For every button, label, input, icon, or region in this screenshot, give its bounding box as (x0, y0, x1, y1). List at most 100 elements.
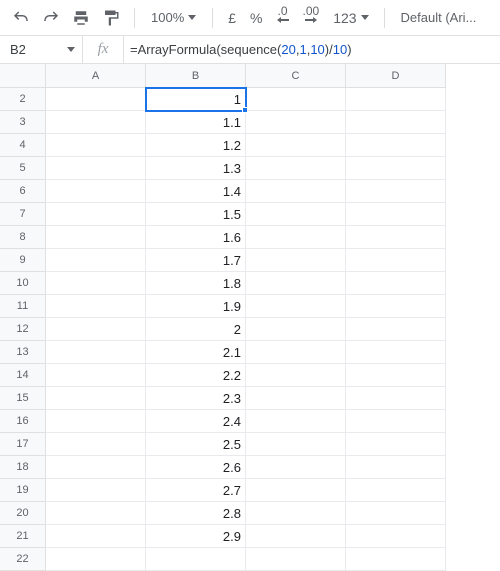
cell-A22[interactable] (46, 548, 146, 571)
cell-C13[interactable] (246, 341, 346, 364)
cell-B19[interactable]: 2.7 (146, 479, 246, 502)
cell-B12[interactable]: 2 (146, 318, 246, 341)
cell-C7[interactable] (246, 203, 346, 226)
row-header[interactable]: 18 (0, 456, 46, 479)
row-header[interactable]: 4 (0, 134, 46, 157)
cell-D11[interactable] (346, 295, 446, 318)
fill-handle[interactable] (242, 107, 248, 113)
row-header[interactable]: 14 (0, 364, 46, 387)
cell-B8[interactable]: 1.6 (146, 226, 246, 249)
cell-A7[interactable] (46, 203, 146, 226)
cell-D5[interactable] (346, 157, 446, 180)
number-format-dropdown[interactable]: 123 (328, 5, 373, 31)
cell-C19[interactable] (246, 479, 346, 502)
row-header[interactable]: 11 (0, 295, 46, 318)
cell-D8[interactable] (346, 226, 446, 249)
cell-A13[interactable] (46, 341, 146, 364)
row-header[interactable]: 19 (0, 479, 46, 502)
row-header[interactable]: 12 (0, 318, 46, 341)
currency-button[interactable]: £ (223, 5, 241, 31)
select-all-corner[interactable] (0, 64, 46, 88)
col-header-C[interactable]: C (246, 64, 346, 88)
cell-D20[interactable] (346, 502, 446, 525)
row-header[interactable]: 21 (0, 525, 46, 548)
cell-C14[interactable] (246, 364, 346, 387)
row-header[interactable]: 20 (0, 502, 46, 525)
cell-A5[interactable] (46, 157, 146, 180)
cell-A19[interactable] (46, 479, 146, 502)
cell-A2[interactable] (46, 88, 146, 111)
cell-C17[interactable] (246, 433, 346, 456)
cell-C10[interactable] (246, 272, 346, 295)
cell-B9[interactable]: 1.7 (146, 249, 246, 272)
cell-B21[interactable]: 2.9 (146, 525, 246, 548)
cell-A8[interactable] (46, 226, 146, 249)
zoom-dropdown[interactable]: 100% (145, 10, 202, 25)
name-box[interactable]: B2 (0, 36, 60, 63)
cell-B2[interactable]: 1 (146, 88, 246, 111)
cell-C4[interactable] (246, 134, 346, 157)
cell-D2[interactable] (346, 88, 446, 111)
cell-C22[interactable] (246, 548, 346, 571)
cell-C2[interactable] (246, 88, 346, 111)
cell-D15[interactable] (346, 387, 446, 410)
cell-D9[interactable] (346, 249, 446, 272)
row-header[interactable]: 13 (0, 341, 46, 364)
cell-B16[interactable]: 2.4 (146, 410, 246, 433)
cell-A3[interactable] (46, 111, 146, 134)
paint-format-button[interactable] (98, 5, 124, 31)
cell-A11[interactable] (46, 295, 146, 318)
cell-C11[interactable] (246, 295, 346, 318)
cell-C3[interactable] (246, 111, 346, 134)
cell-B22[interactable] (146, 548, 246, 571)
col-header-B[interactable]: B (146, 64, 246, 88)
cell-D22[interactable] (346, 548, 446, 571)
cell-A15[interactable] (46, 387, 146, 410)
cell-D4[interactable] (346, 134, 446, 157)
cell-B18[interactable]: 2.6 (146, 456, 246, 479)
row-header[interactable]: 10 (0, 272, 46, 295)
cell-A14[interactable] (46, 364, 146, 387)
cell-B11[interactable]: 1.9 (146, 295, 246, 318)
cell-A16[interactable] (46, 410, 146, 433)
cell-B20[interactable]: 2.8 (146, 502, 246, 525)
cell-B10[interactable]: 1.8 (146, 272, 246, 295)
formula-input[interactable]: =ArrayFormula(sequence(20,1,10)/10) (124, 36, 500, 63)
cell-D12[interactable] (346, 318, 446, 341)
cell-D16[interactable] (346, 410, 446, 433)
row-header[interactable]: 7 (0, 203, 46, 226)
cell-D3[interactable] (346, 111, 446, 134)
cell-D18[interactable] (346, 456, 446, 479)
cell-A20[interactable] (46, 502, 146, 525)
cell-C21[interactable] (246, 525, 346, 548)
cell-B5[interactable]: 1.3 (146, 157, 246, 180)
cell-B13[interactable]: 2.1 (146, 341, 246, 364)
row-header[interactable]: 9 (0, 249, 46, 272)
row-header[interactable]: 3 (0, 111, 46, 134)
cell-D19[interactable] (346, 479, 446, 502)
cell-C9[interactable] (246, 249, 346, 272)
cell-C12[interactable] (246, 318, 346, 341)
cell-C8[interactable] (246, 226, 346, 249)
cell-B14[interactable]: 2.2 (146, 364, 246, 387)
cell-A9[interactable] (46, 249, 146, 272)
cell-B6[interactable]: 1.4 (146, 180, 246, 203)
cell-D21[interactable] (346, 525, 446, 548)
cell-D17[interactable] (346, 433, 446, 456)
cell-C15[interactable] (246, 387, 346, 410)
cell-A18[interactable] (46, 456, 146, 479)
cell-D14[interactable] (346, 364, 446, 387)
row-header[interactable]: 17 (0, 433, 46, 456)
redo-button[interactable] (38, 5, 64, 31)
row-header[interactable]: 16 (0, 410, 46, 433)
row-header[interactable]: 15 (0, 387, 46, 410)
col-header-A[interactable]: A (46, 64, 146, 88)
cell-C18[interactable] (246, 456, 346, 479)
cell-C16[interactable] (246, 410, 346, 433)
cell-C5[interactable] (246, 157, 346, 180)
row-header[interactable]: 5 (0, 157, 46, 180)
increase-decimal-button[interactable]: .00 (298, 5, 325, 31)
cell-A17[interactable] (46, 433, 146, 456)
row-header[interactable]: 8 (0, 226, 46, 249)
col-header-D[interactable]: D (346, 64, 446, 88)
